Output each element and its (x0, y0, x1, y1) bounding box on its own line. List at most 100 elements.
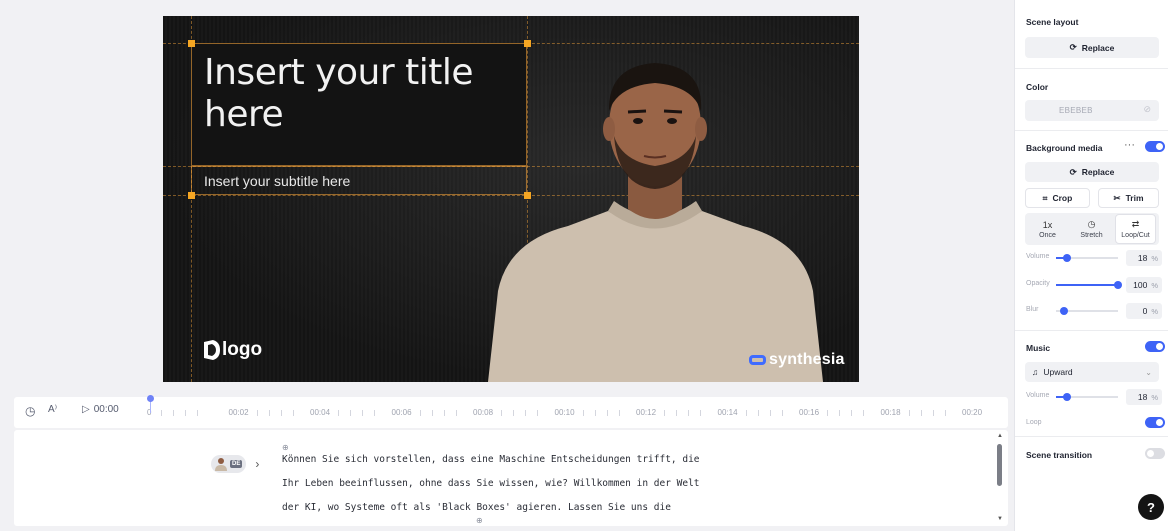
more-options-icon[interactable]: ··· (1124, 139, 1135, 151)
avatar-presenter[interactable] (478, 41, 833, 382)
slider-track[interactable] (1056, 307, 1118, 315)
subtitle-text-box[interactable]: Insert your subtitle here (191, 166, 527, 195)
logo[interactable]: logo (204, 339, 262, 361)
music-toggle[interactable] (1145, 341, 1165, 352)
timeline-tick (350, 410, 351, 416)
timeline-tick (431, 410, 433, 416)
timeline-tick (455, 410, 457, 416)
voice-preview-icon[interactable]: A⁾ (48, 404, 57, 415)
slider-value[interactable]: 18 (1138, 253, 1147, 263)
mode-loop-cut[interactable]: ⇄ Loop/Cut (1115, 214, 1156, 244)
script-line[interactable]: der KI, wo Systeme oft als 'Black Boxes'… (282, 500, 700, 524)
background-media-toggle[interactable] (1145, 141, 1165, 152)
timeline-label: 00:02 (228, 408, 249, 417)
crop-button[interactable]: ⌗ Crop (1025, 188, 1090, 208)
scene-layout-replace-button[interactable]: ⟳ Replace (1025, 37, 1159, 58)
script-line[interactable]: Ihr Leben beeinflussen, ohne dass Sie wi… (282, 476, 700, 500)
timeline-tick (268, 410, 270, 416)
slider-knob[interactable] (1060, 307, 1068, 315)
color-field[interactable]: EBEBEB ⊘ (1025, 100, 1159, 121)
timeline-label: 00:04 (310, 408, 331, 417)
play-icon: ▷ (82, 404, 90, 415)
scene-transition-toggle[interactable] (1145, 448, 1165, 459)
bg-volume-slider[interactable]: Volume 18 % (1026, 250, 1162, 266)
slider-knob[interactable] (1063, 393, 1072, 401)
timeline-tick (525, 410, 526, 416)
slider-value-field[interactable]: 100 % (1126, 277, 1162, 293)
eye-off-icon[interactable]: ⊘ (1143, 104, 1151, 115)
play-button[interactable]: ▷ 00:00 (82, 404, 119, 415)
canvas-area: Insert your title here Insert your subti… (0, 0, 1014, 395)
slider-knob[interactable] (1114, 281, 1122, 289)
timeline-label: 00:12 (636, 408, 657, 417)
scroll-up-icon[interactable]: ▲ (997, 433, 1003, 439)
loop-label: Loop (1026, 419, 1042, 426)
slider-track[interactable] (1056, 393, 1118, 401)
timeline-label: 00:16 (799, 408, 820, 417)
timeline-tick (863, 410, 864, 416)
slider-label: Volume (1026, 392, 1050, 399)
timeline-label: 00:06 (391, 408, 412, 417)
script-editor[interactable]: ⊕ DE › Können Sie sich vorstellen, dass … (14, 430, 1008, 526)
mode-once[interactable]: 1x Once (1027, 214, 1068, 244)
timeline-tick (173, 410, 174, 416)
color-value[interactable]: EBEBEB (1059, 106, 1093, 115)
slider-value[interactable]: 0 (1143, 306, 1148, 316)
pause-marker-icon[interactable]: ⊕ (282, 443, 289, 452)
resize-handle[interactable] (524, 40, 531, 47)
timeline-tick (618, 410, 620, 416)
script-line[interactable]: Können Sie sich vorstellen, dass eine Ma… (282, 452, 700, 476)
background-replace-button[interactable]: ⟳ Replace (1025, 162, 1159, 182)
timeline-tick (920, 410, 922, 416)
timeline[interactable]: ◷ A⁾ ▷ 00:00 000:0200:0400:0600:0800:100… (14, 395, 1008, 428)
timeline-label: 00:08 (473, 408, 494, 417)
slider-knob[interactable] (1063, 254, 1072, 262)
timeline-tick (769, 410, 771, 416)
chevron-down-icon: ⌄ (1145, 367, 1152, 377)
clock-icon[interactable]: ◷ (25, 404, 35, 418)
voice-selector[interactable]: DE › (211, 455, 259, 473)
timeline-tick (419, 410, 421, 416)
button-label: Trim (1125, 193, 1144, 203)
timeline-tick (664, 410, 665, 416)
mode-label: Stretch (1080, 232, 1103, 239)
pause-marker-icon[interactable]: ⊕ (476, 516, 483, 525)
voice-pill[interactable]: DE (211, 455, 247, 473)
title-text[interactable]: Insert your title here (204, 52, 504, 136)
scrollbar-thumb[interactable] (997, 444, 1002, 486)
script-text[interactable]: Können Sie sich vorstellen, dass eine Ma… (282, 452, 700, 524)
loop-icon: ⇄ (1131, 219, 1140, 229)
music-loop-toggle[interactable] (1145, 417, 1165, 428)
slider-value-field[interactable]: 18 % (1126, 389, 1162, 405)
subtitle-text[interactable]: Insert your subtitle here (204, 173, 350, 189)
trim-button[interactable]: ✂ Trim (1098, 188, 1159, 208)
music-track: Upward (1043, 367, 1073, 377)
slider-track[interactable] (1056, 281, 1122, 289)
logo-mark-icon (204, 340, 220, 360)
timeline-tick (688, 410, 689, 416)
help-button[interactable]: ? (1138, 494, 1164, 520)
timeline-tick (908, 410, 910, 416)
mode-stretch[interactable]: ◷ Stretch (1071, 214, 1112, 244)
resize-handle[interactable] (524, 192, 531, 199)
slider-value[interactable]: 100 (1133, 280, 1147, 290)
chevron-right-icon[interactable]: › (255, 457, 259, 471)
slider-value-field[interactable]: 0 % (1126, 303, 1162, 319)
bg-opacity-slider[interactable]: Opacity 100 % (1026, 277, 1162, 293)
title-text-box[interactable]: Insert your title here (191, 43, 527, 166)
slider-value[interactable]: 18 (1138, 392, 1147, 402)
slider-track[interactable] (1056, 254, 1118, 262)
music-track-select[interactable]: ♫ Upward ⌄ (1025, 362, 1159, 382)
timeline-tick (374, 410, 375, 416)
scene-preview[interactable]: Insert your title here Insert your subti… (163, 16, 859, 382)
resize-handle[interactable] (188, 40, 195, 47)
timeline-ruler[interactable]: 000:0200:0400:0600:0800:1000:1200:1400:1… (144, 397, 1008, 428)
timeline-tick (185, 410, 186, 416)
avatar-thumbnail-icon (215, 458, 227, 471)
resize-handle[interactable] (188, 192, 195, 199)
slider-value-field[interactable]: 18 % (1126, 250, 1162, 266)
scroll-down-icon[interactable]: ▼ (997, 516, 1003, 522)
bg-blur-slider[interactable]: Blur 0 % (1026, 303, 1162, 319)
music-volume-slider[interactable]: Volume 18 % (1026, 389, 1162, 405)
playhead-handle[interactable] (147, 395, 154, 402)
